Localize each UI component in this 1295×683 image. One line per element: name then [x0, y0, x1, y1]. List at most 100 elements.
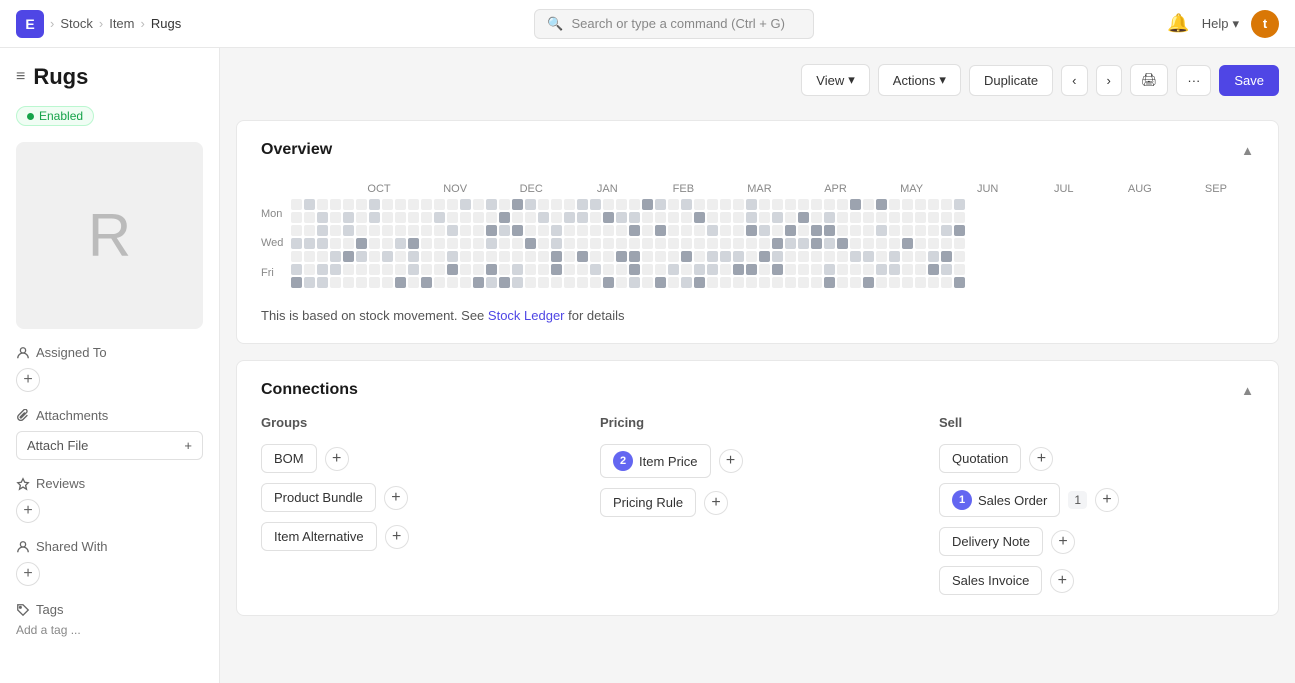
- add-sales-order-button[interactable]: +: [1095, 488, 1119, 512]
- tags-label: Tags: [16, 602, 203, 617]
- connections-collapse-icon[interactable]: ▲: [1241, 383, 1254, 398]
- search-placeholder-text: Search or type a command (Ctrl + G): [571, 16, 785, 31]
- stock-ledger-link[interactable]: Stock Ledger: [488, 308, 565, 323]
- overview-collapse-icon[interactable]: ▲: [1241, 143, 1254, 158]
- view-button[interactable]: View ▾: [801, 64, 869, 96]
- attach-file-plus-icon: +: [184, 438, 192, 453]
- sales-order-count: 1: [1068, 491, 1087, 509]
- attach-file-button[interactable]: Attach File +: [16, 431, 203, 460]
- add-shared-with-button[interactable]: +: [16, 562, 40, 586]
- add-pricing-rule-button[interactable]: +: [704, 491, 728, 515]
- shared-with-label: Shared With: [16, 539, 203, 554]
- save-button[interactable]: Save: [1219, 65, 1279, 96]
- app-icon[interactable]: E: [16, 10, 44, 38]
- status-dot: [27, 113, 34, 120]
- overview-card-header: Overview ▲: [261, 141, 1254, 159]
- notifications-bell-icon[interactable]: 🔔: [1167, 13, 1189, 34]
- add-tag-link[interactable]: Add a tag ...: [16, 623, 203, 637]
- month-dec: DEC: [493, 183, 569, 195]
- add-assigned-to-button[interactable]: +: [16, 368, 40, 392]
- connections-card: Connections ▲ Groups BOM + Product Bundl…: [236, 360, 1279, 616]
- pricing-rule-button[interactable]: Pricing Rule: [600, 488, 696, 517]
- sidebar-header: ≡ Rugs: [16, 64, 203, 90]
- month-jul: JUL: [1026, 183, 1102, 195]
- top-nav-right: 🔔 Help ▾ t: [1167, 10, 1279, 38]
- save-label: Save: [1234, 73, 1264, 88]
- help-button[interactable]: Help ▾: [1202, 16, 1239, 32]
- print-button[interactable]: 🖨: [1130, 64, 1169, 96]
- view-chevron-icon: ▾: [848, 72, 855, 88]
- add-delivery-note-button[interactable]: +: [1051, 530, 1075, 554]
- hamburger-icon[interactable]: ≡: [16, 68, 25, 86]
- month-nov: NOV: [417, 183, 493, 195]
- heatmap-container: OCT NOV DEC JAN FEB MAR APR MAY JUN JUL …: [261, 175, 1254, 296]
- quotation-button[interactable]: Quotation: [939, 444, 1021, 473]
- sidebar: ≡ Rugs Enabled R Assigned To + Attachmen…: [0, 48, 220, 683]
- month-may: MAY: [874, 183, 950, 195]
- heatmap-grid: Mon Wed Fri: [261, 199, 1254, 288]
- avatar[interactable]: t: [1251, 10, 1279, 38]
- overview-note-text: This is based on stock movement. See: [261, 308, 484, 323]
- breadcrumb-item[interactable]: Item: [109, 16, 134, 31]
- delivery-note-row: Delivery Note +: [939, 527, 1254, 556]
- shared-with-section: Shared With +: [16, 539, 203, 586]
- attach-file-label: Attach File: [27, 438, 88, 453]
- duplicate-button[interactable]: Duplicate: [969, 65, 1053, 96]
- duplicate-label: Duplicate: [984, 73, 1038, 88]
- item-price-button[interactable]: 2 Item Price: [600, 444, 711, 478]
- sell-section: Sell Quotation + 1 Sales Order 1 +: [939, 415, 1254, 595]
- prev-button[interactable]: ‹: [1061, 65, 1087, 96]
- paperclip-icon: [16, 409, 30, 423]
- overview-title: Overview: [261, 141, 332, 159]
- product-bundle-button[interactable]: Product Bundle: [261, 483, 376, 512]
- item-alternative-button[interactable]: Item Alternative: [261, 522, 377, 551]
- heatmap-days: Mon Wed Fri: [261, 199, 283, 288]
- add-bom-button[interactable]: +: [325, 447, 349, 471]
- status-text: Enabled: [39, 109, 83, 123]
- day-mon: Mon: [261, 208, 283, 220]
- sales-invoice-button[interactable]: Sales Invoice: [939, 566, 1042, 595]
- chevron-down-icon: ▾: [1232, 16, 1239, 32]
- next-button[interactable]: ›: [1096, 65, 1122, 96]
- day-fri: Fri: [261, 267, 283, 279]
- bom-row: BOM +: [261, 444, 576, 473]
- month-aug: AUG: [1102, 183, 1178, 195]
- item-alternative-row: Item Alternative +: [261, 522, 576, 551]
- sales-invoice-row: Sales Invoice +: [939, 566, 1254, 595]
- actions-button[interactable]: Actions ▾: [878, 64, 961, 96]
- month-jun: JUN: [950, 183, 1026, 195]
- add-review-button[interactable]: +: [16, 499, 40, 523]
- overview-card: Overview ▲ OCT NOV DEC JAN FEB MAR APR M…: [236, 120, 1279, 344]
- top-nav: E › Stock › Item › Rugs 🔍 Search or type…: [0, 0, 1295, 48]
- bom-button[interactable]: BOM: [261, 444, 317, 473]
- sell-title: Sell: [939, 415, 1254, 430]
- month-jan: JAN: [569, 183, 645, 195]
- add-item-alternative-button[interactable]: +: [385, 525, 409, 549]
- day-wed: Wed: [261, 237, 283, 249]
- status-badge-container: Enabled: [16, 106, 203, 126]
- breadcrumb-stock[interactable]: Stock: [60, 16, 93, 31]
- status-badge: Enabled: [16, 106, 94, 126]
- delivery-note-button[interactable]: Delivery Note: [939, 527, 1043, 556]
- action-bar: View ▾ Actions ▾ Duplicate ‹ › 🖨 ··· Sav…: [236, 64, 1279, 104]
- search-box[interactable]: 🔍 Search or type a command (Ctrl + G): [534, 9, 814, 39]
- search-icon: 🔍: [547, 16, 563, 32]
- sales-order-button[interactable]: 1 Sales Order: [939, 483, 1060, 517]
- connections-card-header: Connections ▲: [261, 381, 1254, 399]
- pricing-rule-row: Pricing Rule +: [600, 488, 915, 517]
- star-icon: [16, 477, 30, 491]
- help-label: Help: [1202, 16, 1229, 31]
- month-sep: SEP: [1178, 183, 1254, 195]
- actions-label: Actions: [893, 73, 936, 88]
- more-options-button[interactable]: ···: [1176, 65, 1211, 96]
- breadcrumb-current: Rugs: [151, 16, 181, 31]
- add-item-price-button[interactable]: +: [719, 449, 743, 473]
- main-content: View ▾ Actions ▾ Duplicate ‹ › 🖨 ··· Sav…: [220, 48, 1295, 683]
- month-mar: MAR: [721, 183, 797, 195]
- product-bundle-row: Product Bundle +: [261, 483, 576, 512]
- add-sales-invoice-button[interactable]: +: [1050, 569, 1074, 593]
- tags-section: Tags Add a tag ...: [16, 602, 203, 637]
- heatmap-cells: [291, 199, 1254, 288]
- add-product-bundle-button[interactable]: +: [384, 486, 408, 510]
- add-quotation-button[interactable]: +: [1029, 447, 1053, 471]
